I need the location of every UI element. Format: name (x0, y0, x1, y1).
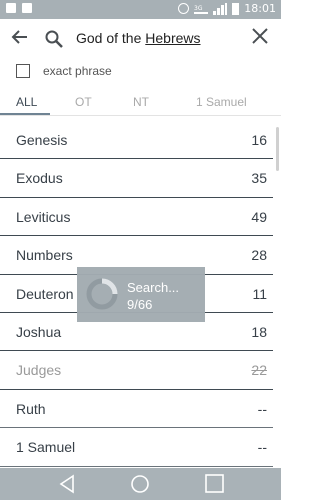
alarm-icon (178, 3, 190, 14)
query-underlined-word: Hebrews (145, 30, 201, 46)
list-item[interactable]: Ruth -- (0, 390, 273, 429)
book-name: Leviticus (16, 208, 71, 225)
progress-title: Search... (127, 280, 180, 295)
search-input[interactable]: God of the Hebrews (76, 30, 201, 46)
book-count-wrap: 22 (251, 362, 267, 378)
signal-3g-icon: 3G (194, 5, 209, 14)
clock: 18:01 (244, 2, 276, 15)
tab-ot[interactable]: OT (75, 95, 92, 109)
book-name: Deuteron (16, 285, 74, 302)
book-count: -- (257, 400, 267, 417)
tab-1-samuel[interactable]: 1 Samuel (196, 95, 247, 109)
svg-text:3G: 3G (194, 5, 203, 12)
nav-recents-icon[interactable] (205, 474, 224, 493)
book-count: 16 (251, 132, 267, 148)
book-count: 28 (251, 247, 267, 264)
signal-strength-icon (213, 2, 228, 15)
book-name: Exodus (16, 170, 63, 187)
search-icon (44, 29, 64, 49)
spinner-icon (86, 278, 118, 310)
tab-nt[interactable]: NT (133, 95, 149, 109)
close-icon[interactable] (249, 27, 271, 49)
exact-phrase-label: exact phrase (43, 64, 112, 78)
search-bar: God of the Hebrews (0, 19, 281, 59)
query-text: God of the (76, 30, 146, 46)
gallery-notification-icon (6, 3, 16, 13)
book-count: 49 (251, 208, 267, 225)
tab-bar: ALL OT NT 1 Samuel (0, 89, 281, 116)
book-count: 11 (252, 285, 267, 302)
list-item[interactable]: Exodus 35 (0, 159, 273, 198)
progress-status: 9/66 (127, 297, 153, 312)
status-bar: 3G 18:01 (0, 0, 281, 19)
book-name: 1 Samuel (16, 439, 76, 456)
message-notification-icon (22, 3, 32, 13)
back-arrow-icon[interactable] (8, 27, 32, 51)
book-count: 35 (251, 170, 267, 187)
list-item[interactable]: 1 Samuel -- (0, 428, 273, 467)
active-tab-indicator (0, 113, 50, 115)
battery-icon (232, 2, 240, 15)
list-item[interactable]: Judges 22 (0, 351, 273, 390)
book-name: Genesis (16, 132, 68, 148)
nav-home-icon[interactable] (130, 474, 150, 494)
scrollbar[interactable] (276, 127, 279, 171)
book-name: Ruth (16, 400, 46, 417)
spinner-arc (101, 278, 118, 295)
checkbox-icon[interactable] (16, 64, 30, 78)
book-count: -- (257, 439, 267, 456)
book-name: Joshua (16, 323, 62, 340)
book-name: Judges (16, 362, 62, 379)
nav-back-icon[interactable] (58, 474, 78, 494)
list-item[interactable]: Leviticus 49 (0, 198, 273, 237)
list-item[interactable]: Genesis 16 (0, 121, 273, 160)
exact-phrase-option[interactable]: exact phrase (16, 62, 112, 80)
tab-all[interactable]: ALL (16, 95, 37, 109)
book-count: 22 (251, 362, 267, 379)
notification-icons (6, 3, 32, 13)
search-progress-dialog: Search... 9/66 (77, 267, 205, 322)
book-count: 18 (251, 323, 267, 340)
navigation-bar (0, 468, 281, 500)
book-name: Numbers (16, 247, 73, 264)
